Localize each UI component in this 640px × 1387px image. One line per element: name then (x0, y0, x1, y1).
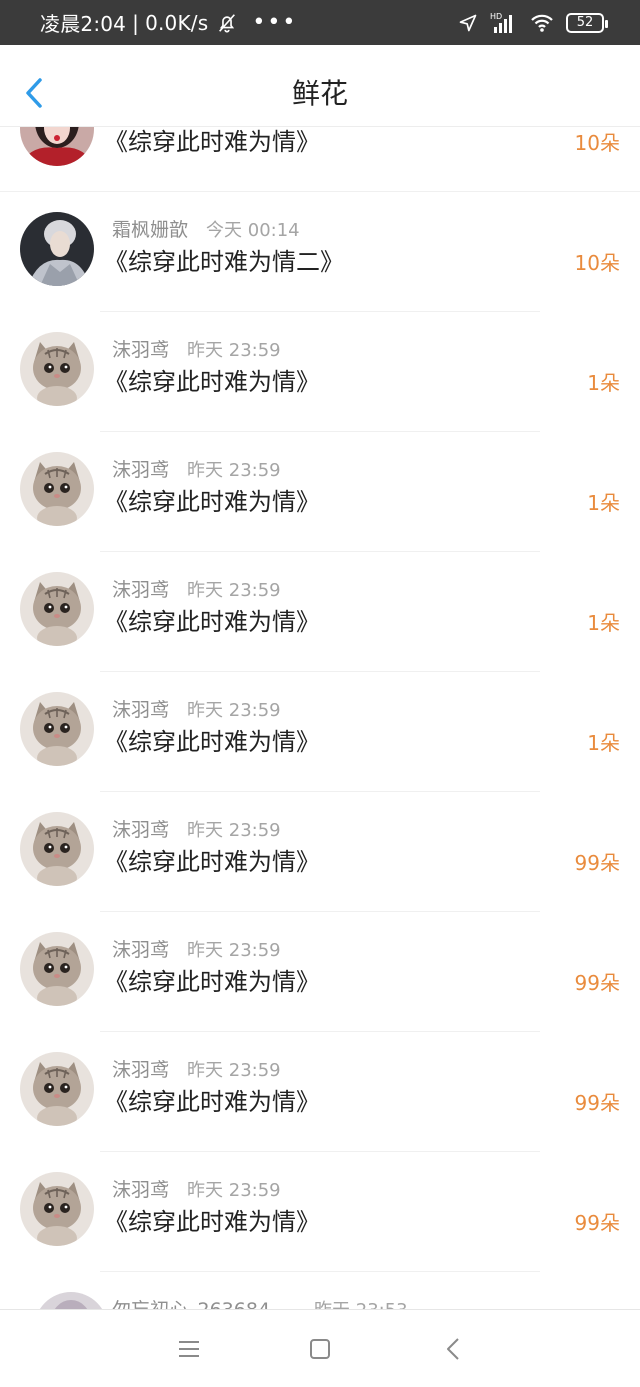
avatar[interactable] (34, 1292, 108, 1309)
username: 沫羽鸢 (112, 939, 170, 961)
avatar[interactable] (20, 127, 94, 166)
username: 勿忘初心_263684 (112, 1299, 270, 1309)
status-left: 凌晨2:04 | 0.0K/s ••• (40, 0, 297, 45)
flower-count: 99朵 (574, 1211, 620, 1235)
list-item[interactable]: 霜枫姗歆 今天 00:14 《综穿此时难为情二》 10朵 (0, 192, 640, 312)
system-nav-bar (0, 1309, 640, 1387)
avatar[interactable] (20, 1172, 94, 1246)
avatar[interactable] (20, 452, 94, 526)
flower-count: 1朵 (587, 371, 620, 395)
page-title: 鲜花 (291, 77, 348, 110)
item-meta: 沫羽鸢 昨天 23:59 (112, 1175, 281, 1202)
battery-icon: 52 (566, 12, 608, 33)
status-bar: 凌晨2:04 | 0.0K/s ••• HD 52 (0, 0, 640, 45)
timestamp: 昨天 23:59 (187, 340, 281, 361)
flower-count: 1朵 (587, 611, 620, 635)
username: 沫羽鸢 (112, 1179, 170, 1201)
timestamp: 昨天 23:59 (187, 700, 281, 721)
avatar[interactable] (20, 212, 94, 286)
signal-icon: HD (490, 12, 512, 33)
flower-count: 1朵 (587, 491, 620, 515)
flower-list[interactable]: 《综穿此时难为情》 10朵 霜枫姗歆 今天 00:14 《综穿此时难为情二》 10… (0, 127, 640, 1309)
item-meta: 沫羽鸢 昨天 23:59 (112, 335, 281, 362)
avatar[interactable] (20, 932, 94, 1006)
timestamp: 昨天 23:59 (187, 940, 281, 961)
book-title: 《综穿此时难为情》 (104, 368, 320, 396)
list-item[interactable]: 沫羽鸢 昨天 23:59 《综穿此时难为情》 1朵 (0, 672, 640, 792)
timestamp: 昨天 23:53 (314, 1300, 408, 1309)
timestamp: 昨天 23:59 (187, 460, 281, 481)
timestamp: 昨天 23:59 (187, 580, 281, 601)
menu-icon[interactable] (176, 1336, 202, 1362)
avatar[interactable] (20, 332, 94, 406)
item-meta: 沫羽鸢 昨天 23:59 (112, 455, 281, 482)
triangle-back-icon[interactable] (441, 1336, 467, 1362)
flower-count: 10朵 (574, 131, 620, 155)
book-title: 《综穿此时难为情》 (104, 1088, 320, 1116)
username: 沫羽鸢 (112, 699, 170, 721)
status-time: 凌晨2:04 (40, 12, 127, 36)
book-title: 《综穿此时难为情》 (104, 608, 320, 636)
list-item[interactable]: 沫羽鸢 昨天 23:59 《综穿此时难为情》 99朵 (0, 912, 640, 1032)
nav-bar: 鲜花 (0, 45, 640, 127)
flower-count: 99朵 (574, 851, 620, 875)
bell-off-icon (219, 13, 236, 33)
battery-level: 52 (576, 15, 594, 30)
status-right: HD 52 (458, 0, 608, 45)
book-title: 《综穿此时难为情二》 (104, 248, 344, 276)
flower-count: 10朵 (574, 251, 620, 275)
signal-hd-label: HD (490, 12, 502, 21)
more-dots: ••• (252, 10, 298, 35)
book-title: 《综穿此时难为情》 (104, 848, 320, 876)
flower-count: 1朵 (587, 731, 620, 755)
status-separator: | (132, 10, 140, 35)
username: 沫羽鸢 (112, 459, 170, 481)
avatar[interactable] (20, 572, 94, 646)
item-meta: 沫羽鸢 昨天 23:59 (112, 575, 281, 602)
list-item[interactable]: 沫羽鸢 昨天 23:59 《综穿此时难为情》 99朵 (0, 792, 640, 912)
list-item[interactable]: 沫羽鸢 昨天 23:59 《综穿此时难为情》 1朵 (0, 432, 640, 552)
book-title: 《综穿此时难为情》 (104, 1208, 320, 1236)
timestamp: 昨天 23:59 (187, 1060, 281, 1081)
list-item[interactable]: 勿忘初心_263684 昨天 23:53 (0, 1272, 640, 1309)
item-meta: 沫羽鸢 昨天 23:59 (112, 695, 281, 722)
avatar[interactable] (20, 1052, 94, 1126)
list-item[interactable]: 《综穿此时难为情》 10朵 (0, 127, 640, 192)
list-item[interactable]: 沫羽鸢 昨天 23:59 《综穿此时难为情》 99朵 (0, 1152, 640, 1272)
username: 沫羽鸢 (112, 579, 170, 601)
item-meta: 霜枫姗歆 今天 00:14 (112, 215, 300, 242)
book-title: 《综穿此时难为情》 (104, 488, 320, 516)
item-meta: 沫羽鸢 昨天 23:59 (112, 935, 281, 962)
avatar[interactable] (20, 692, 94, 766)
location-icon (459, 14, 477, 31)
item-meta: 勿忘初心_263684 昨天 23:53 (112, 1295, 408, 1309)
list-item[interactable]: 沫羽鸢 昨天 23:59 《综穿此时难为情》 1朵 (0, 312, 640, 432)
flower-count: 99朵 (574, 971, 620, 995)
wifi-icon (531, 14, 553, 32)
timestamp: 今天 00:14 (206, 220, 300, 241)
timestamp: 昨天 23:59 (187, 1180, 281, 1201)
flower-count: 99朵 (574, 1091, 620, 1115)
timestamp: 昨天 23:59 (187, 820, 281, 841)
list-item[interactable]: 沫羽鸢 昨天 23:59 《综穿此时难为情》 99朵 (0, 1032, 640, 1152)
username: 霜枫姗歆 (112, 219, 189, 241)
username: 沫羽鸢 (112, 819, 170, 841)
book-title: 《综穿此时难为情》 (104, 728, 320, 756)
avatar[interactable] (20, 812, 94, 886)
book-title: 《综穿此时难为情》 (104, 128, 320, 156)
square-home-icon[interactable] (307, 1336, 333, 1362)
item-meta: 沫羽鸢 昨天 23:59 (112, 815, 281, 842)
username: 沫羽鸢 (112, 339, 170, 361)
book-title: 《综穿此时难为情》 (104, 968, 320, 996)
username: 沫羽鸢 (112, 1059, 170, 1081)
status-speed: 0.0K/s (145, 10, 209, 35)
list-item[interactable]: 沫羽鸢 昨天 23:59 《综穿此时难为情》 1朵 (0, 552, 640, 672)
item-meta: 沫羽鸢 昨天 23:59 (112, 1055, 281, 1082)
